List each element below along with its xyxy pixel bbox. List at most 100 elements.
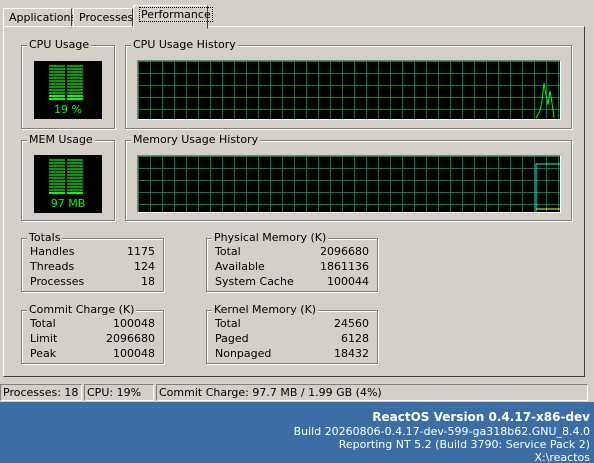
meter-segment (49, 65, 83, 67)
kernel-memory-group: Kernel Memory (K) Total 24560 Paged 6128 N… (206, 303, 378, 364)
tab-processes-label: Processes (79, 11, 134, 24)
kernel-paged-value: 6128 (341, 332, 369, 345)
physical-total-value: 2096680 (320, 245, 369, 258)
commit-charge-group: Commit Charge (K) Total 100048 Limit 20966… (21, 303, 164, 364)
threads-value: 124 (134, 260, 155, 273)
status-processes: Processes: 18 (0, 384, 82, 401)
cpu-usage-group: CPU Usage 19 % (21, 38, 115, 129)
physical-total-row: Total 2096680 (213, 245, 371, 259)
mem-history-title: Memory Usage History (131, 133, 261, 147)
desktop-background: ReactOS Version 0.4.17-x86-dev Build 202… (0, 402, 594, 463)
meter-segment (49, 68, 83, 70)
physical-available-value: 1861136 (320, 260, 369, 273)
status-cpu: CPU: 19% (84, 384, 154, 401)
kernel-paged-row: Paged 6128 (213, 332, 371, 346)
meter-segment (49, 186, 83, 188)
physical-available-row: Available 1861136 (213, 260, 371, 274)
tab-performance-label: Performance (139, 7, 213, 22)
tab-applications[interactable]: Applications (3, 8, 76, 28)
meter-segment (49, 159, 83, 161)
commit-total-value: 100048 (113, 317, 155, 330)
cpu-usage-title: CPU Usage (27, 38, 92, 52)
tab-processes[interactable]: Processes (73, 8, 133, 28)
os-path: X:\reactos (534, 451, 590, 463)
mem-usage-value: 97 MB (50, 197, 86, 210)
processes-row: Processes 18 (28, 275, 157, 289)
processes-label: Processes (30, 275, 85, 288)
system-cache-value: 100044 (327, 275, 369, 288)
kernel-memory-title: Kernel Memory (K) (212, 303, 319, 317)
totals-group: Totals Handles 1175 Threads 124 Processes 1… (21, 231, 164, 292)
os-version: ReactOS Version 0.4.17-x86-dev (372, 410, 590, 424)
threads-label: Threads (30, 260, 75, 273)
meter-segment (49, 98, 83, 100)
meter-segment (49, 162, 83, 164)
commit-total-label: Total (30, 317, 56, 330)
mem-history-group: Memory Usage History (125, 133, 572, 221)
cpu-history-trace (535, 82, 555, 119)
meter-segment (49, 189, 83, 191)
meter-segment (49, 165, 83, 167)
meter-segment (49, 95, 83, 97)
commit-limit-row: Limit 2096680 (28, 332, 157, 346)
physical-total-label: Total (215, 245, 241, 258)
meter-segment (49, 168, 83, 170)
meter-segment (49, 83, 83, 85)
totals-title: Totals (27, 231, 63, 245)
kernel-paged-label: Paged (215, 332, 249, 345)
tab-applications-label: Applications (9, 11, 77, 24)
kernel-total-row: Total 24560 (213, 317, 371, 331)
system-cache-label: System Cache (215, 275, 294, 288)
physical-available-label: Available (215, 260, 265, 273)
meter-segment (49, 80, 83, 82)
physical-memory-title: Physical Memory (K) (212, 231, 329, 245)
kernel-nonpaged-value: 18432 (334, 347, 369, 360)
kernel-total-label: Total (215, 317, 241, 330)
kernel-total-value: 24560 (334, 317, 369, 330)
meter-segment (49, 89, 83, 91)
commit-charge-title: Commit Charge (K) (27, 303, 137, 317)
commit-peak-row: Peak 100048 (28, 347, 157, 361)
mem-usage-group: MEM Usage 97 MB (21, 133, 115, 221)
cpu-usage-value: 19 % (54, 103, 82, 116)
os-reporting: Reporting NT 5.2 (Build 3790: Service Pa… (338, 438, 590, 451)
meter-segment (49, 92, 83, 94)
performance-panel: CPU Usage 19 % CPU Usage History MEM Usa… (3, 26, 585, 377)
mem-history-trace (535, 163, 560, 212)
cpu-history-group: CPU Usage History (125, 38, 572, 129)
meter-segment (49, 77, 83, 79)
mem-usage-title: MEM Usage (27, 133, 95, 147)
mem-usage-meter: 97 MB (34, 155, 102, 213)
cpu-usage-meter: 19 % (34, 61, 102, 119)
meter-segment (49, 177, 83, 179)
commit-peak-label: Peak (30, 347, 57, 360)
mem-meter-bars (49, 159, 83, 195)
meter-segment (49, 171, 83, 173)
physical-memory-group: Physical Memory (K) Total 2096680 Availab… (206, 231, 378, 292)
threads-row: Threads 124 (28, 260, 157, 274)
meter-segment (49, 71, 83, 73)
os-build: Build 20260806-0.4.17-dev-599-ga318b62.G… (293, 425, 590, 438)
meter-segment (49, 174, 83, 176)
cpu-meter-bars (49, 65, 83, 101)
commit-peak-value: 100048 (113, 347, 155, 360)
mem-history-graph (137, 155, 561, 213)
tab-performance[interactable]: Performance (133, 5, 213, 29)
meter-segment (49, 74, 83, 76)
system-cache-row: System Cache 100044 (213, 275, 371, 289)
cpu-history-graph (137, 60, 561, 120)
commit-limit-value: 2096680 (106, 332, 155, 345)
commit-limit-label: Limit (30, 332, 58, 345)
cpu-history-title: CPU Usage History (131, 38, 238, 52)
kernel-nonpaged-row: Nonpaged 18432 (213, 347, 371, 361)
processes-value: 18 (141, 275, 155, 288)
handles-value: 1175 (127, 245, 155, 258)
handles-label: Handles (30, 245, 75, 258)
kernel-nonpaged-label: Nonpaged (215, 347, 272, 360)
commit-total-row: Total 100048 (28, 317, 157, 331)
meter-segment (49, 180, 83, 182)
meter-segment (49, 86, 83, 88)
status-bar: Processes: 18 CPU: 19% Commit Charge: 97… (0, 382, 594, 402)
meter-segment (49, 183, 83, 185)
meter-segment (49, 192, 83, 194)
